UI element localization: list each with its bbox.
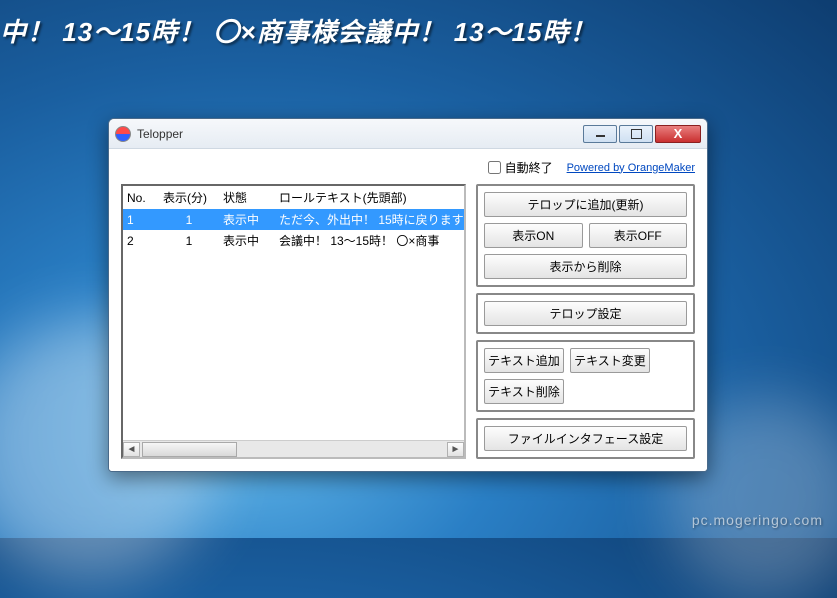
cell-state: 表示中 bbox=[219, 209, 275, 230]
text-add-button[interactable]: テキスト追加 bbox=[484, 348, 564, 373]
powered-by-link[interactable]: Powered by OrangeMaker bbox=[567, 162, 695, 174]
scroll-thumb[interactable] bbox=[142, 442, 237, 457]
telop-list[interactable]: No. 表示(分) 状態 ロールテキスト(先頭部) 1 1 表示中 ただ今、外出… bbox=[121, 184, 466, 459]
app-window: Telopper X 自動終了 Powered by OrangeMaker bbox=[108, 118, 708, 472]
button-panel: テロップに追加(更新) 表示ON 表示OFF 表示から削除 テロップ設定 テキス… bbox=[476, 184, 695, 459]
file-interface-settings-button[interactable]: ファイルインタフェース設定 bbox=[484, 426, 687, 451]
cell-disp-min: 1 bbox=[159, 209, 219, 230]
scroll-left-icon[interactable]: ◄ bbox=[123, 442, 140, 457]
col-roll-text[interactable]: ロールテキスト(先頭部) bbox=[275, 186, 464, 209]
show-off-button[interactable]: 表示OFF bbox=[589, 223, 688, 248]
col-no[interactable]: No. bbox=[123, 186, 159, 209]
col-disp-min[interactable]: 表示(分) bbox=[159, 186, 219, 209]
scroll-right-icon[interactable]: ► bbox=[447, 442, 464, 457]
show-on-button[interactable]: 表示ON bbox=[484, 223, 583, 248]
horizontal-scrollbar[interactable]: ◄ ► bbox=[123, 440, 464, 457]
scroll-track[interactable] bbox=[140, 442, 447, 457]
auto-end-input[interactable] bbox=[488, 161, 501, 174]
text-change-button[interactable]: テキスト変更 bbox=[570, 348, 650, 373]
app-icon bbox=[115, 126, 131, 142]
maximize-button[interactable] bbox=[619, 125, 653, 143]
telop-settings-button[interactable]: テロップ設定 bbox=[484, 301, 687, 326]
cell-state: 表示中 bbox=[219, 230, 275, 251]
col-state[interactable]: 状態 bbox=[219, 186, 275, 209]
cell-no: 2 bbox=[123, 230, 159, 251]
table-row[interactable]: 2 1 表示中 会議中！ 13～15時！ 〇×商事 bbox=[123, 230, 464, 251]
cell-disp-min: 1 bbox=[159, 230, 219, 251]
watermark: pc.mogeringo.com bbox=[692, 512, 823, 528]
titlebar[interactable]: Telopper X bbox=[109, 119, 707, 149]
text-delete-button[interactable]: テキスト削除 bbox=[484, 379, 564, 404]
auto-end-checkbox[interactable]: 自動終了 bbox=[488, 159, 553, 176]
add-telop-button[interactable]: テロップに追加(更新) bbox=[484, 192, 687, 217]
table-row[interactable]: 1 1 表示中 ただ今、外出中！ 15時に戻ります bbox=[123, 209, 464, 230]
cell-roll-text: ただ今、外出中！ 15時に戻ります bbox=[275, 209, 464, 230]
window-title: Telopper bbox=[137, 127, 581, 141]
minimize-button[interactable] bbox=[583, 125, 617, 143]
cell-roll-text: 会議中！ 13～15時！ 〇×商事 bbox=[275, 230, 464, 251]
remove-display-button[interactable]: 表示から削除 bbox=[484, 254, 687, 279]
auto-end-label: 自動終了 bbox=[505, 159, 553, 176]
close-button[interactable]: X bbox=[655, 125, 701, 143]
desktop-ticker: 中！ 13～15時！ 〇×商事様会議中！ 13～15時！ bbox=[0, 12, 837, 49]
cell-no: 1 bbox=[123, 209, 159, 230]
